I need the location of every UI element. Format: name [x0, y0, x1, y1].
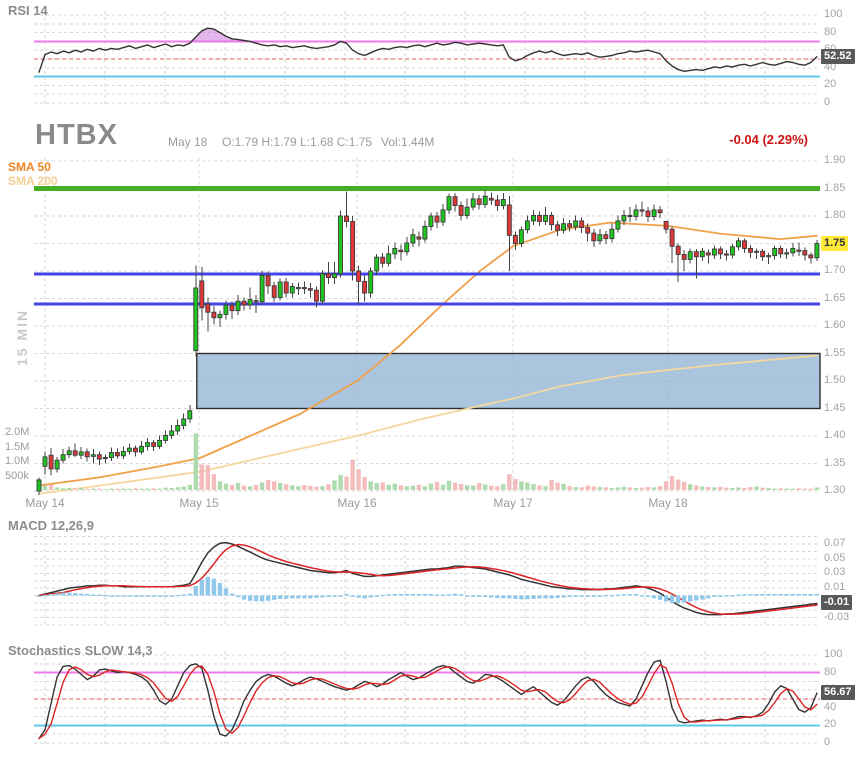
rsi-panel [34, 11, 820, 105]
macd-axis-tick: 0.01 [824, 581, 845, 593]
quote-ohlc: O:1.79 H:1.79 L:1.68 C:1.75 [222, 135, 372, 149]
sma50-label: SMA 50 [8, 160, 51, 174]
macd-axis-tick: 0.05 [824, 552, 845, 564]
last-price-badge: 1.75 [821, 236, 848, 251]
price-axis-tick: 1.85 [824, 182, 845, 194]
macd-axis-tick: -0.03 [824, 611, 849, 623]
price-axis-tick: 1.45 [824, 402, 845, 414]
rsi-axis-tick: 100 [824, 8, 842, 20]
stochastics-panel-title: Stochastics SLOW 14,3 [8, 643, 153, 658]
price-axis-tick: 1.70 [824, 264, 845, 276]
price-axis-tick: 1.40 [824, 429, 845, 441]
macd-last-value-badge: -0.01 [821, 595, 852, 610]
macd-panel-title: MACD 12,26,9 [8, 518, 94, 533]
candles-layer [37, 190, 819, 495]
macd-axis-tick: 0.07 [824, 537, 845, 549]
stochastics-last-value-badge: 56.67 [821, 685, 855, 700]
stochastics-axis-tick: 20 [824, 718, 836, 730]
price-axis-tick: 1.60 [824, 319, 845, 331]
price-axis-tick: 1.50 [824, 374, 845, 386]
price-axis-tick: 1.35 [824, 457, 845, 469]
price-axis-tick: 1.90 [824, 154, 845, 166]
volume-axis-label: 1.0M [5, 455, 29, 467]
macd-axis-tick: 0.03 [824, 566, 845, 578]
date-axis-label: May 17 [493, 496, 532, 510]
timeframe-label: 15 MIN [14, 309, 30, 366]
rsi-panel-title: RSI 14 [8, 3, 48, 18]
volume-bars [37, 433, 819, 490]
date-axis-label: May 18 [648, 496, 687, 510]
stochastics-axis-tick: 100 [824, 648, 842, 660]
rsi-axis-tick: 0 [824, 96, 830, 108]
price-axis-tick: 1.30 [824, 484, 845, 496]
volume-axis-label: 2.0M [5, 426, 29, 438]
macd-panel [34, 537, 820, 625]
ticker-symbol: HTBX [35, 119, 118, 152]
volume-axis-label: 1.5M [5, 441, 29, 453]
stochastics-panel [34, 651, 820, 745]
stochastics-axis-tick: 0 [824, 736, 830, 748]
stochastics-axis-tick: 80 [824, 666, 836, 678]
price-axis-tick: 1.65 [824, 292, 845, 304]
price-axis-tick: 1.80 [824, 209, 845, 221]
date-axis-label: May 15 [179, 496, 218, 510]
price-axis-tick: 1.55 [824, 347, 845, 359]
quote-date: May 18 [168, 135, 207, 149]
date-axis-label: May 16 [337, 496, 376, 510]
volume-axis-label: 500k [5, 470, 29, 482]
date-axis-label: May 14 [25, 496, 64, 510]
quote-volume: Vol:1.44M [381, 135, 434, 149]
price-change: -0.04 (2.29%) [729, 132, 808, 147]
rsi-last-value-badge: 52.52 [821, 49, 855, 64]
rsi-axis-tick: 80 [824, 26, 836, 38]
rsi-axis-tick: 20 [824, 78, 836, 90]
sma200-label: SMA 200 [8, 174, 58, 188]
stochastics-axis-tick: 40 [824, 701, 836, 713]
stock-chart-app: RSI 14 HTBX May 18 O:1.79 H:1.79 L:1.68 … [0, 0, 865, 760]
